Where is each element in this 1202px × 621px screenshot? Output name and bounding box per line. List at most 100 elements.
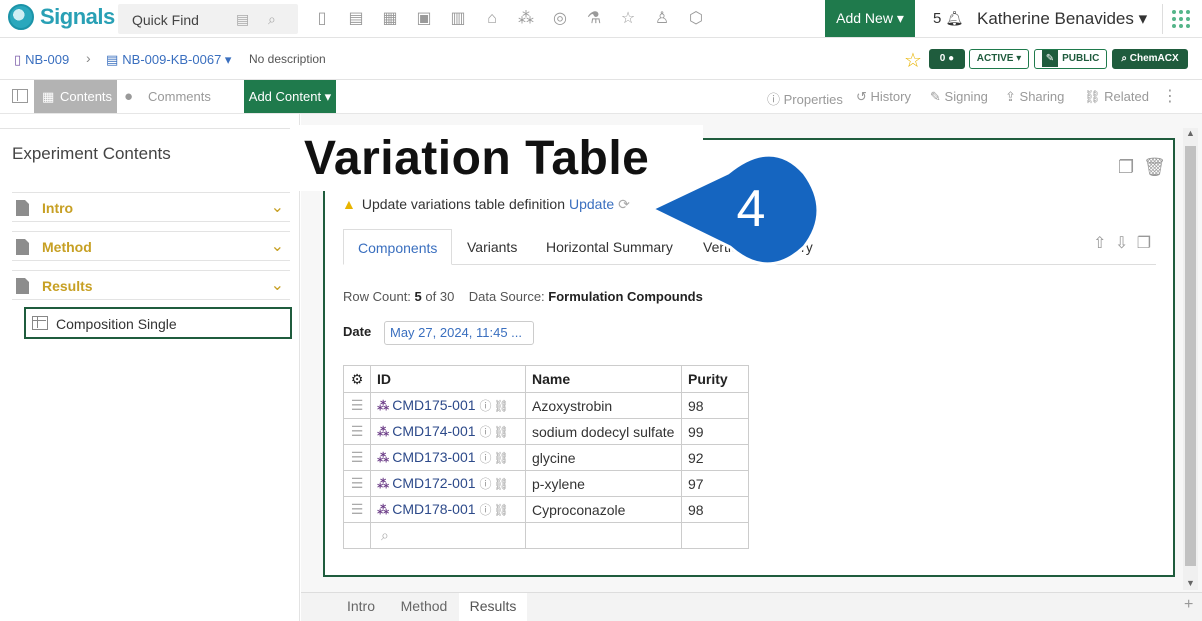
compound-id[interactable]: CMD174-001 xyxy=(392,423,475,439)
breadcrumb-experiment[interactable]: ▤ NB-009-KB-0067 ▾ xyxy=(106,52,231,68)
table-row[interactable]: ☰ ⁂ CMD178-001 ⓘ ⛓ Cyproconazole 98 xyxy=(343,496,749,523)
purity-cell[interactable]: 97 xyxy=(681,470,749,497)
table-row[interactable]: ☰ ⁂ CMD173-001 ⓘ ⛓ glycine 92 xyxy=(343,444,749,471)
id-cell[interactable]: ⁂ CMD175-001 ⓘ ⛓ xyxy=(370,392,526,419)
add-tab-icon[interactable]: + xyxy=(1184,596,1193,614)
id-cell[interactable]: ⁂ CMD173-001 ⓘ ⛓ xyxy=(370,444,526,471)
trash-icon[interactable]: 🗑︎ xyxy=(1143,157,1166,177)
name-cell[interactable]: sodium dodecyl sulfate xyxy=(525,418,682,445)
drag-handle-icon[interactable]: ☰ xyxy=(343,444,371,471)
compound-id[interactable]: CMD172-001 xyxy=(392,475,475,491)
purity-cell[interactable]: 99 xyxy=(681,418,749,445)
section-method[interactable]: Method ⌄ xyxy=(12,231,290,261)
date-field[interactable]: May 27, 2024, 11:45 ... xyxy=(384,321,534,345)
unlink-icon[interactable]: ⛓ xyxy=(494,503,509,517)
compound-id[interactable]: CMD173-001 xyxy=(392,449,475,465)
section-intro[interactable]: Intro ⌄ xyxy=(12,192,290,222)
document-icon[interactable]: ▤ xyxy=(236,11,252,27)
purity-cell[interactable]: 98 xyxy=(681,496,749,523)
task-icon[interactable]: ▥ xyxy=(448,9,468,29)
upload-icon[interactable]: ⇧ xyxy=(1093,235,1106,252)
comment-count-badge[interactable]: 0 ● xyxy=(929,49,965,69)
scrollbar-thumb[interactable] xyxy=(1185,146,1196,566)
info-icon[interactable]: ⓘ xyxy=(480,503,492,517)
sharing-button[interactable]: ⇪ Sharing xyxy=(1005,89,1064,105)
table-row[interactable]: ☰ ⁂ CMD174-001 ⓘ ⛓ sodium dodecyl sulfate 99 xyxy=(343,418,749,445)
bottom-tab-method[interactable]: Method xyxy=(393,593,455,621)
chevron-down-icon[interactable]: ⌄ xyxy=(271,197,284,217)
signing-button[interactable]: ✎ Signing xyxy=(930,89,988,105)
info-icon[interactable]: ⓘ xyxy=(480,477,492,491)
breadcrumb-notebook[interactable]: ▯ NB-009 xyxy=(14,52,69,68)
visibility-badge[interactable]: ✎ PUBLIC xyxy=(1034,49,1107,69)
add-content-button[interactable]: Add Content ▾ xyxy=(244,80,336,113)
signals-logo[interactable]: Signals xyxy=(8,4,115,30)
scroll-down-icon[interactable]: ▼ xyxy=(1186,578,1195,588)
id-cell[interactable]: ⁂ CMD178-001 ⓘ ⛓ xyxy=(370,496,526,523)
copy-icon[interactable]: ❐ xyxy=(1118,157,1134,177)
flask-icon[interactable]: ⚗ xyxy=(584,9,604,29)
table-row[interactable]: ☰ ⁂ CMD175-001 ⓘ ⛓ Azoxystrobin 98 xyxy=(343,392,749,419)
apps-grid-icon[interactable] xyxy=(1172,10,1190,28)
search-cell[interactable]: ⌕ xyxy=(370,522,526,549)
name-cell[interactable]: Azoxystrobin xyxy=(525,392,682,419)
user-menu[interactable]: Katherine Benavides ▾ xyxy=(977,9,1147,29)
chemacx-button[interactable]: ⌕ ChemACX xyxy=(1112,49,1188,69)
clipboard-icon[interactable]: ▤ xyxy=(346,9,366,29)
properties-button[interactable]: ⓘ Properties xyxy=(767,89,843,108)
chevron-down-icon[interactable]: ⌄ xyxy=(271,275,284,295)
quick-find-box[interactable]: Quick Find ▤ ⌕ xyxy=(118,4,298,34)
sample-icon[interactable]: ◎ xyxy=(550,9,570,29)
column-header-id[interactable]: ID xyxy=(370,365,526,393)
section-results[interactable]: Results ⌄ xyxy=(12,270,290,300)
table-row[interactable]: ☰ ⁂ CMD172-001 ⓘ ⛓ p-xylene 97 xyxy=(343,470,749,497)
refresh-icon[interactable]: ⟳ xyxy=(618,196,630,212)
chevron-down-icon[interactable]: ⌄ xyxy=(271,236,284,256)
download-icon[interactable]: ⇩ xyxy=(1115,235,1128,252)
drag-handle-icon[interactable]: ☰ xyxy=(343,470,371,497)
unlink-icon[interactable]: ⛓ xyxy=(494,399,509,413)
name-cell[interactable]: p-xylene xyxy=(525,470,682,497)
column-header-purity[interactable]: Purity xyxy=(681,365,749,393)
contents-button[interactable]: ▦ Contents xyxy=(34,80,117,113)
image-icon[interactable]: ▣ xyxy=(414,9,434,29)
star-icon[interactable]: ☆ xyxy=(618,9,638,29)
notebook-icon[interactable]: ▯ xyxy=(312,9,332,29)
drag-handle-icon[interactable]: ☰ xyxy=(343,392,371,419)
compound-id[interactable]: CMD175-001 xyxy=(392,397,475,413)
bottom-tab-intro[interactable]: Intro xyxy=(331,593,391,621)
search-icon[interactable]: ⌕ xyxy=(381,527,389,543)
molecule-icon[interactable]: ⁂ xyxy=(516,9,536,29)
toggle-panel-icon[interactable] xyxy=(12,89,28,103)
name-cell[interactable]: glycine xyxy=(525,444,682,471)
favorite-star-icon[interactable]: ☆ xyxy=(904,48,922,73)
status-dropdown[interactable]: ACTIVE ▾ xyxy=(969,49,1029,69)
bottom-tab-results[interactable]: Results xyxy=(459,593,527,621)
unlink-icon[interactable]: ⛓ xyxy=(494,425,509,439)
box-icon[interactable]: ⬡ xyxy=(686,9,706,29)
experiment-description[interactable]: No description xyxy=(249,52,326,66)
drag-handle-icon[interactable]: ☰ xyxy=(343,418,371,445)
more-options-icon[interactable]: ⋮ xyxy=(1162,86,1178,106)
name-cell[interactable]: Cyproconazole xyxy=(525,496,682,523)
history-button[interactable]: ↺ History xyxy=(856,89,911,105)
id-cell[interactable]: ⁂ CMD172-001 ⓘ ⛓ xyxy=(370,470,526,497)
search-icon[interactable]: ⌕ xyxy=(268,11,284,27)
compound-id[interactable]: CMD178-001 xyxy=(392,501,475,517)
purity-cell[interactable]: 98 xyxy=(681,392,749,419)
info-icon[interactable]: ⓘ xyxy=(480,399,492,413)
equipment-icon[interactable]: ⌂ xyxy=(482,9,502,29)
user-icon[interactable]: ♙ xyxy=(652,9,672,29)
info-icon[interactable]: ⓘ xyxy=(480,425,492,439)
table-settings-icon[interactable]: ⚙ xyxy=(343,365,371,393)
scroll-up-icon[interactable]: ▲ xyxy=(1186,128,1195,138)
notifications-button[interactable]: 5 🔔︎ xyxy=(933,10,963,27)
tab-variants[interactable]: Variants xyxy=(453,229,531,265)
vertical-scrollbar[interactable]: ▲ ▼ xyxy=(1183,128,1198,590)
unlink-icon[interactable]: ⛓ xyxy=(494,451,509,465)
paste-icon[interactable]: ❐ xyxy=(1137,235,1151,252)
related-button[interactable]: ⛓ Related xyxy=(1084,89,1149,105)
update-link[interactable]: Update xyxy=(569,196,614,212)
unlink-icon[interactable]: ⛓ xyxy=(494,477,509,491)
composition-single-item[interactable]: Composition Single xyxy=(24,307,292,339)
